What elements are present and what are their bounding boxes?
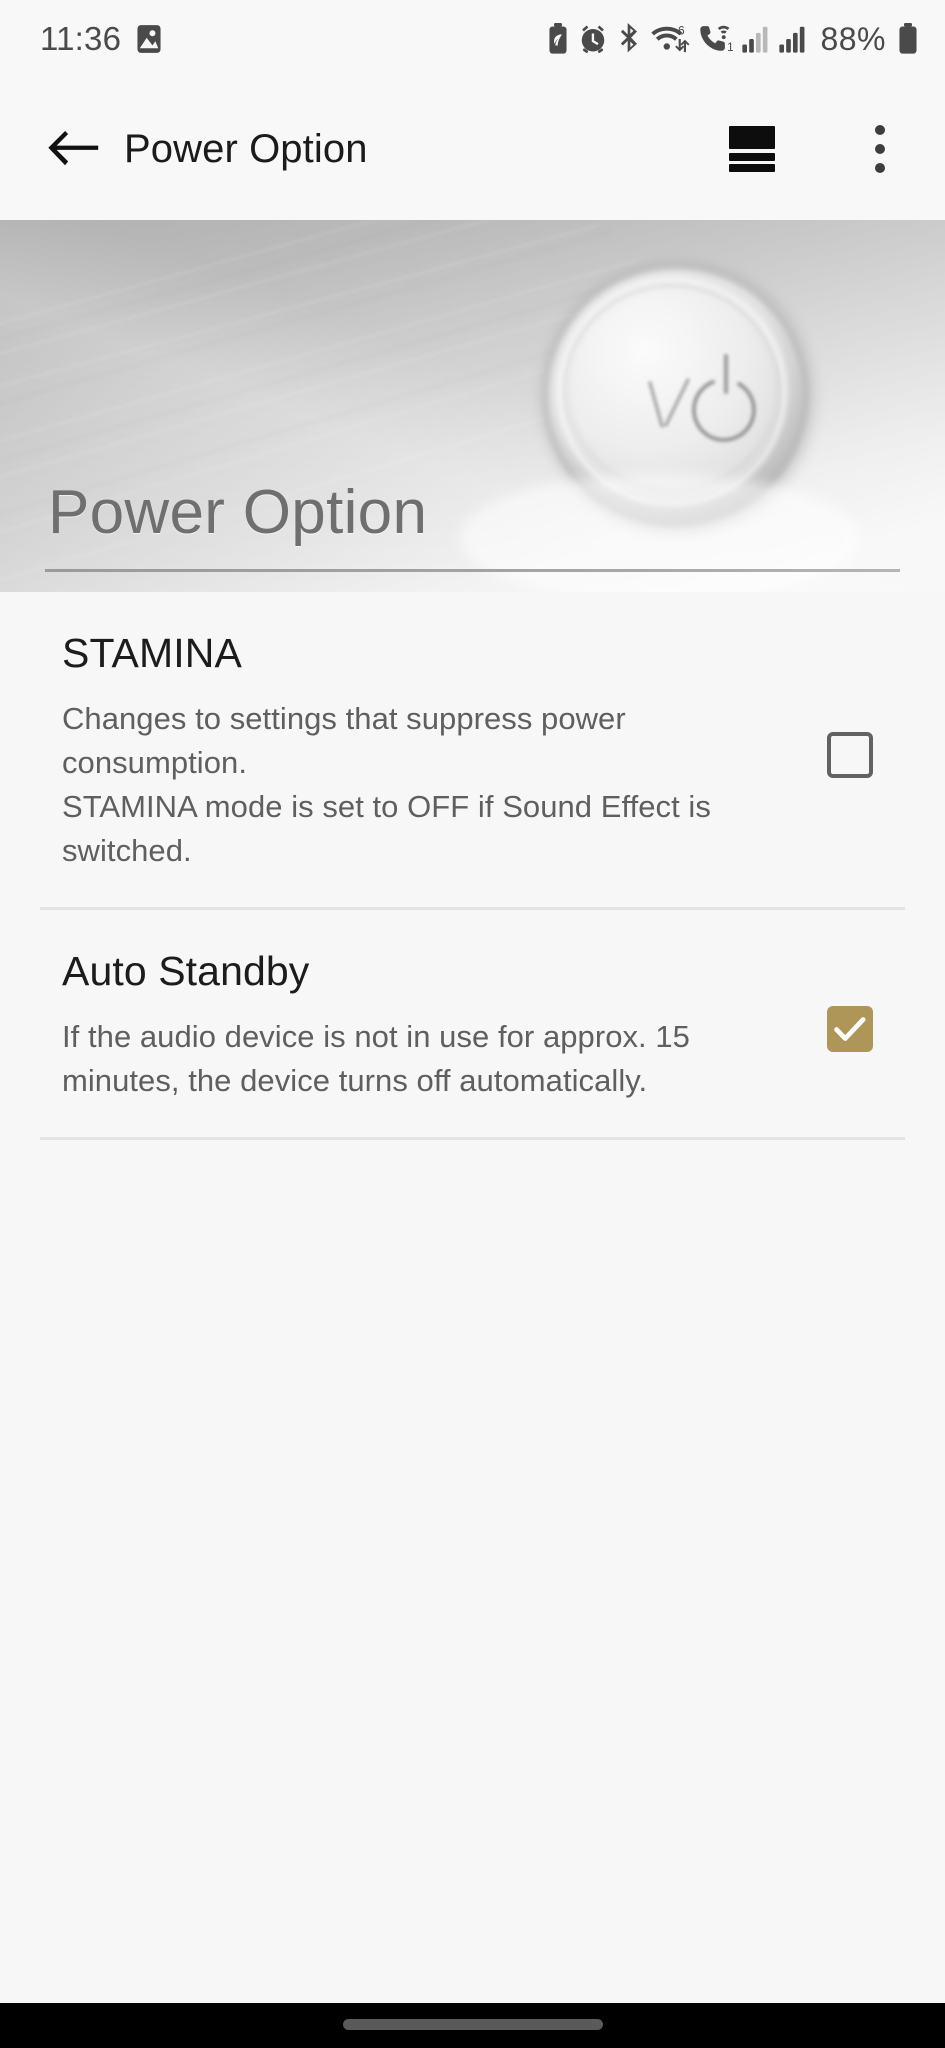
settings-list: STAMINA Changes to settings that suppres…	[0, 592, 945, 1141]
auto-standby-checkbox[interactable]	[827, 1005, 873, 1052]
battery-saver-icon	[547, 23, 569, 55]
settings-row-auto-standby[interactable]: Auto Standby If the audio device is not …	[0, 910, 945, 1137]
stacked-bars-button[interactable]	[709, 106, 795, 192]
wifi-calling-icon: 1	[699, 23, 733, 55]
settings-row-stamina[interactable]: STAMINA Changes to settings that suppres…	[0, 592, 945, 907]
row-control	[795, 726, 905, 778]
status-bar-right: 6 1 88%	[547, 21, 919, 58]
image-notification-icon	[135, 24, 163, 54]
app-bar: Power Option	[0, 78, 945, 220]
hero-banner: Power Option	[0, 220, 945, 592]
row-description: Changes to settings that suppress power …	[62, 701, 711, 869]
signal-sim1-icon	[742, 24, 770, 54]
signal-sim2-icon	[779, 24, 807, 54]
row-description: If the audio device is not in use for ap…	[62, 1019, 690, 1099]
overflow-menu-button[interactable]	[837, 106, 923, 192]
alarm-icon	[578, 24, 608, 54]
row-text-block: STAMINA Changes to settings that suppres…	[62, 630, 795, 873]
checkmark-icon	[834, 1016, 866, 1041]
back-button[interactable]	[28, 104, 118, 194]
hero-divider	[45, 569, 900, 572]
hero-title: Power Option	[48, 478, 428, 547]
phone-screen: 11:36 6 1	[0, 0, 945, 2048]
status-bar-left: 11:36	[40, 20, 163, 58]
svg-text:1: 1	[728, 41, 734, 54]
battery-full-icon	[897, 23, 919, 55]
back-arrow-icon	[48, 131, 99, 166]
home-gesture-pill[interactable]	[342, 2019, 603, 2030]
svg-text:6: 6	[678, 23, 685, 37]
status-bar-clock: 11:36	[40, 20, 122, 57]
list-divider	[40, 1137, 905, 1141]
bluetooth-icon	[617, 23, 641, 55]
row-title: STAMINA	[62, 630, 242, 676]
app-bar-title: Power Option	[124, 126, 368, 171]
row-control	[795, 1000, 905, 1052]
row-title: Auto Standby	[62, 948, 310, 995]
stacked-bars-icon	[729, 126, 775, 172]
battery-percentage: 88%	[820, 20, 886, 57]
wifi-6-data-icon: 6	[650, 23, 690, 55]
row-text-block: Auto Standby If the audio device is not …	[62, 948, 795, 1103]
system-nav-bar	[0, 2003, 945, 2048]
status-bar: 11:36 6 1	[0, 0, 945, 78]
stamina-checkbox[interactable]	[827, 731, 873, 778]
overflow-menu-icon	[875, 125, 885, 173]
